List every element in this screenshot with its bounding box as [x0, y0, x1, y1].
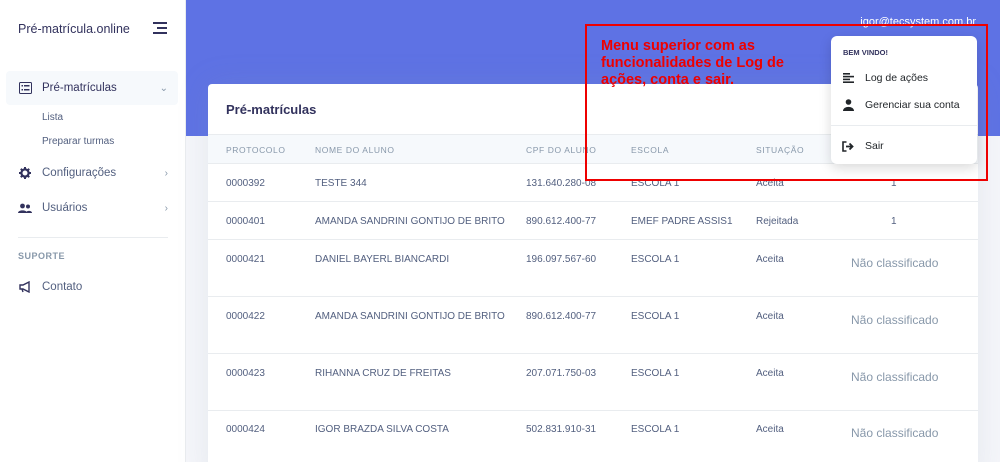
column-header: PROTOCOLO — [226, 145, 286, 155]
table-row[interactable]: 0000401 AMANDA SANDRINI GONTIJO DE BRITO… — [208, 202, 978, 240]
column-header: SITUAÇÃO — [756, 145, 805, 155]
cell-situacao: Aceita — [756, 424, 784, 435]
cell-nome: IGOR BRAZDA SILVA COSTA — [315, 424, 449, 435]
cell-situacao: Aceita — [756, 254, 784, 265]
cell-protocolo: 0000421 — [226, 254, 265, 265]
log-lines-icon — [841, 73, 855, 83]
cell-cpf: 207.071.750-03 — [526, 368, 597, 379]
cell-extra: 1 — [891, 216, 897, 227]
sidebar-section-label: SUPORTE — [18, 251, 66, 261]
gear-icon — [18, 166, 32, 180]
menu-item-label: Sair — [865, 140, 884, 152]
dropdown-header: BEM VINDO! — [843, 48, 888, 57]
cell-escola: ESCOLA 1 — [631, 424, 680, 435]
card-title: Pré-matrículas — [226, 102, 317, 117]
users-icon — [18, 201, 32, 215]
cell-cpf: 131.640.280-08 — [526, 178, 597, 189]
cell-escola: EMEF PADRE ASSIS1 — [631, 216, 733, 227]
sidebar-toggle-icon[interactable] — [153, 22, 167, 34]
menu-item-log-de-acoes[interactable]: Log de ações — [841, 68, 971, 88]
cell-protocolo: 0000392 — [226, 178, 265, 189]
sidebar-item-label: Pré-matrículas — [42, 82, 117, 94]
table-row[interactable]: 0000392 TESTE 344 131.640.280-08 ESCOLA … — [208, 164, 978, 202]
cell-protocolo: 0000424 — [226, 424, 265, 435]
sidebar-item-label: Contato — [42, 281, 83, 293]
user-dropdown-menu: BEM VINDO! Log de ações Gerenciar sua co… — [831, 36, 977, 164]
chevron-right-icon: › — [164, 167, 168, 179]
cell-extra: 1 — [891, 178, 897, 189]
sidebar: Pré-matrícula.online Pré-matrículas ⌄ Li… — [0, 0, 186, 462]
sidebar-subitem-preparar-turmas[interactable]: Preparar turmas — [42, 136, 114, 147]
cell-situacao: Aceita — [756, 368, 784, 379]
menu-item-gerenciar-conta[interactable]: Gerenciar sua conta — [841, 95, 971, 115]
sidebar-subitem-lista[interactable]: Lista — [42, 112, 63, 123]
cell-situacao: Rejeitada — [756, 216, 799, 227]
table-row[interactable]: 0000424 IGOR BRAZDA SILVA COSTA 502.831.… — [208, 411, 978, 462]
cell-classificacao: Não classificado — [851, 426, 939, 440]
cell-escola: ESCOLA 1 — [631, 178, 680, 189]
logout-icon — [841, 140, 855, 152]
cell-cpf: 890.612.400-77 — [526, 216, 597, 227]
sidebar-item-contato[interactable]: Contato — [6, 270, 178, 304]
sidebar-item-usuarios[interactable]: Usuários › — [6, 191, 178, 225]
sidebar-divider — [18, 237, 168, 238]
cell-cpf: 890.612.400-77 — [526, 311, 597, 322]
table-row[interactable]: 0000422 AMANDA SANDRINI GONTIJO DE BRITO… — [208, 297, 978, 354]
sidebar-item-label: Usuários — [42, 202, 88, 214]
sidebar-item-label: Configurações — [42, 167, 117, 179]
chevron-down-icon: ⌄ — [159, 82, 168, 94]
cell-protocolo: 0000423 — [226, 368, 265, 379]
column-header: ESCOLA — [631, 145, 670, 155]
menu-item-label: Gerenciar sua conta — [865, 99, 960, 111]
cell-situacao: Aceita — [756, 311, 784, 322]
table-row[interactable]: 0000421 DANIEL BAYERL BIANCARDI 196.097.… — [208, 240, 978, 297]
cell-protocolo: 0000422 — [226, 311, 265, 322]
column-header: CPF DO ALUNO — [526, 145, 597, 155]
cell-classificacao: Não classificado — [851, 313, 939, 327]
cell-situacao: Aceita — [756, 178, 784, 189]
cell-cpf: 502.831.910-31 — [526, 424, 597, 435]
list-icon — [18, 81, 32, 95]
cell-classificacao: Não classificado — [851, 256, 939, 270]
table-row[interactable]: 0000423 RIHANNA CRUZ DE FREITAS 207.071.… — [208, 354, 978, 411]
user-icon — [841, 99, 855, 111]
chevron-right-icon: › — [164, 202, 168, 214]
cell-cpf: 196.097.567-60 — [526, 254, 597, 265]
cell-nome: AMANDA SANDRINI GONTIJO DE BRITO — [315, 216, 505, 227]
column-header: NOME DO ALUNO — [315, 145, 395, 155]
cell-escola: ESCOLA 1 — [631, 368, 680, 379]
cell-escola: ESCOLA 1 — [631, 254, 680, 265]
brand-name[interactable]: Pré-matrícula.online — [18, 22, 130, 36]
cell-nome: TESTE 344 — [315, 178, 367, 189]
megaphone-icon — [18, 280, 32, 294]
menu-item-label: Log de ações — [865, 72, 929, 84]
menu-item-sair[interactable]: Sair — [841, 136, 971, 156]
annotation-text: Menu superior com as funcionalidades de … — [601, 38, 784, 88]
cell-classificacao: Não classificado — [851, 370, 939, 384]
sidebar-item-configuracoes[interactable]: Configurações › — [6, 156, 178, 190]
cell-nome: DANIEL BAYERL BIANCARDI — [315, 254, 450, 265]
cell-escola: ESCOLA 1 — [631, 311, 680, 322]
dropdown-divider — [831, 125, 977, 126]
sidebar-item-pre-matriculas[interactable]: Pré-matrículas ⌄ — [6, 71, 178, 105]
cell-protocolo: 0000401 — [226, 216, 265, 227]
cell-nome: AMANDA SANDRINI GONTIJO DE BRITO — [315, 311, 505, 322]
user-menu-trigger[interactable]: igor@tecsystem.com.br — [860, 16, 976, 28]
cell-nome: RIHANNA CRUZ DE FREITAS — [315, 368, 451, 379]
